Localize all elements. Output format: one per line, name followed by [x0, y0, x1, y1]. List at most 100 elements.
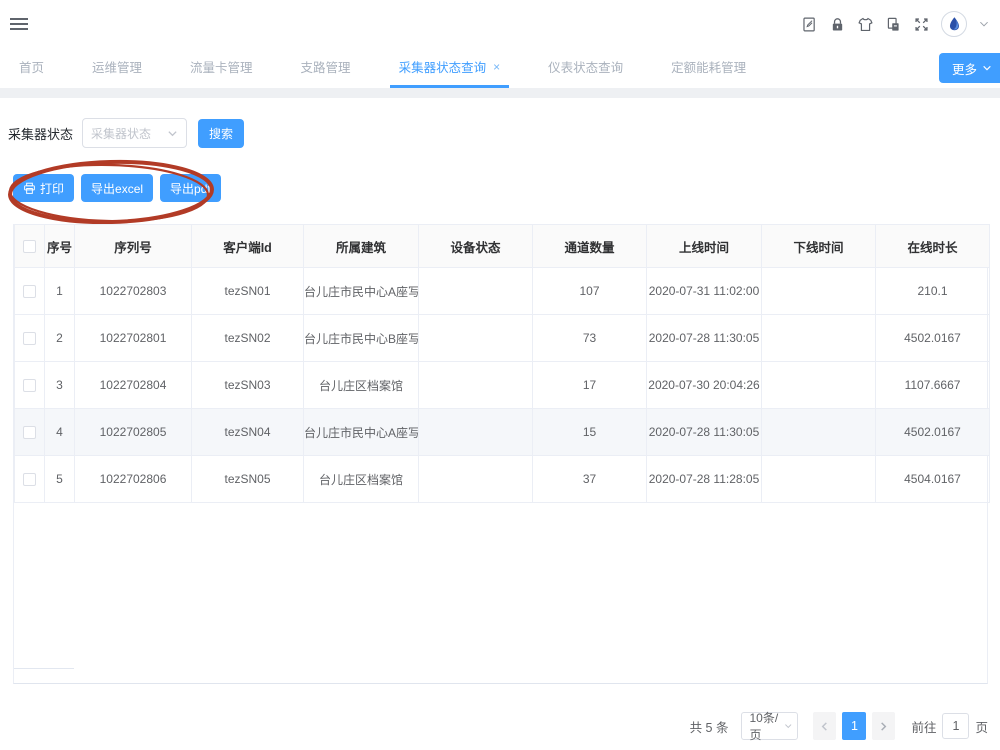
table-cell: 210.1 — [876, 268, 990, 315]
table-cell: 5 — [45, 456, 75, 503]
export-pdf-button[interactable]: 导出pdf — [160, 174, 221, 202]
flame-logo-icon — [945, 15, 963, 33]
filter-row: 采集器状态 采集器状态 搜索 — [8, 118, 992, 148]
search-button[interactable]: 搜索 — [198, 119, 244, 148]
goto-label: 前往 — [911, 717, 936, 736]
row-checkbox[interactable] — [23, 379, 36, 392]
hamburger-menu-icon[interactable] — [8, 11, 30, 37]
column-header: 所属建筑 — [304, 225, 419, 268]
print-button-label: 打印 — [40, 180, 64, 197]
column-header: 下线时间 — [762, 225, 876, 268]
table-cell: 2020-07-28 11:30:05 — [647, 409, 762, 456]
table-cell: 2020-07-30 20:04:26 — [647, 362, 762, 409]
next-page-button[interactable] — [872, 712, 895, 740]
total-count-label: 共 5 条 — [690, 717, 729, 736]
table-cell — [762, 315, 876, 362]
table-cell: 37 — [533, 456, 647, 503]
table-cell — [762, 409, 876, 456]
copy-icon[interactable] — [885, 16, 902, 33]
row-checkbox[interactable] — [23, 426, 36, 439]
more-button-label: 更多 — [952, 59, 977, 78]
data-table: 序号序列号客户端Id所属建筑设备状态通道数量上线时间下线时间在线时长 11022… — [14, 224, 990, 503]
table-cell — [419, 409, 533, 456]
fullscreen-icon[interactable] — [913, 16, 930, 33]
top-header — [0, 0, 1000, 48]
tab-label: 流量卡管理 — [190, 57, 253, 76]
column-header: 序号 — [45, 225, 75, 268]
tab-仪表状态查询[interactable]: 仪表状态查询 — [539, 48, 632, 88]
row-checkbox-cell — [15, 268, 45, 315]
chevron-left-icon — [819, 721, 830, 732]
table-cell: tezSN05 — [192, 456, 304, 503]
table-body: 11022702803tezSN01台儿庄市民中心A座写字楼1072020-07… — [15, 268, 990, 503]
table-cell: 1 — [45, 268, 75, 315]
prev-page-button[interactable] — [813, 712, 836, 740]
column-header: 在线时长 — [876, 225, 990, 268]
select-all-checkbox[interactable] — [23, 240, 36, 253]
theme-shirt-icon[interactable] — [857, 16, 874, 33]
pagination: 共 5 条 10条/页 1 前往 页 — [8, 712, 992, 740]
table-cell: 4502.0167 — [876, 315, 990, 362]
column-header: 设备状态 — [419, 225, 533, 268]
chevron-right-icon — [878, 721, 889, 732]
tab-采集器状态查询[interactable]: 采集器状态查询 × — [390, 48, 510, 88]
table-cell — [419, 362, 533, 409]
table-cell: 4502.0167 — [876, 409, 990, 456]
export-excel-button[interactable]: 导出excel — [81, 174, 153, 202]
table-row: 51022702806tezSN05台儿庄区档案馆372020-07-28 11… — [15, 456, 990, 503]
tab-label: 支路管理 — [301, 57, 351, 76]
table-header-row: 序号序列号客户端Id所属建筑设备状态通道数量上线时间下线时间在线时长 — [15, 225, 990, 268]
note-edit-icon[interactable] — [801, 16, 818, 33]
lock-icon[interactable] — [829, 16, 846, 33]
tab-流量卡管理[interactable]: 流量卡管理 — [181, 48, 262, 88]
goto-page: 前往 页 — [911, 713, 988, 739]
row-checkbox-cell — [15, 456, 45, 503]
table-cell: 1022702804 — [75, 362, 192, 409]
column-header: 序列号 — [75, 225, 192, 268]
column-header: 客户端Id — [192, 225, 304, 268]
table-cell: 2020-07-31 11:02:00 — [647, 268, 762, 315]
close-tab-icon[interactable]: × — [493, 61, 500, 73]
collector-status-select[interactable]: 采集器状态 — [82, 118, 187, 148]
column-header: 通道数量 — [533, 225, 647, 268]
tab-bar: 首页运维管理 流量卡管理 支路管理 采集器状态查询 × 仪表状态查询 定额能耗管理 更多 — [0, 48, 1000, 88]
tab-定额能耗管理[interactable]: 定额能耗管理 — [662, 48, 755, 88]
table-cell — [762, 456, 876, 503]
table-cell: 台儿庄市民中心A座写字楼 — [304, 409, 419, 456]
table-cell — [762, 268, 876, 315]
tab-label: 定额能耗管理 — [671, 57, 746, 76]
main-content: 采集器状态 采集器状态 搜索 打印 导出excel 导出pdf — [0, 118, 1000, 740]
table-row: 31022702804tezSN03台儿庄区档案馆172020-07-30 20… — [15, 362, 990, 409]
action-button-row: 打印 导出excel 导出pdf — [13, 174, 243, 202]
table-cell — [762, 362, 876, 409]
table-cell: 台儿庄区档案馆 — [304, 456, 419, 503]
table-cell: tezSN04 — [192, 409, 304, 456]
goto-page-input[interactable] — [942, 713, 969, 739]
page-number-1[interactable]: 1 — [842, 712, 866, 740]
table-cell: 台儿庄市民中心B座写字楼 — [304, 315, 419, 362]
print-button[interactable]: 打印 — [13, 174, 74, 202]
table-cell — [419, 315, 533, 362]
tab-label: 仪表状态查询 — [548, 57, 623, 76]
table-cell: 4504.0167 — [876, 456, 990, 503]
table-cell: 2020-07-28 11:30:05 — [647, 315, 762, 362]
tab-label: 采集器状态查询 — [399, 57, 487, 76]
row-checkbox[interactable] — [23, 332, 36, 345]
page-size-select[interactable]: 10条/页 — [741, 712, 798, 740]
tab-运维管理[interactable]: 运维管理 — [83, 48, 151, 88]
table-row: 41022702805tezSN04台儿庄市民中心A座写字楼152020-07-… — [15, 409, 990, 456]
page-size-label: 10条/页 — [749, 709, 784, 743]
tab-支路管理[interactable]: 支路管理 — [292, 48, 360, 88]
table-cell: 1022702806 — [75, 456, 192, 503]
chevron-down-icon[interactable] — [978, 18, 990, 30]
table-cell: 3 — [45, 362, 75, 409]
table-cell: 17 — [533, 362, 647, 409]
chevron-down-icon — [167, 128, 178, 139]
tab-首页[interactable]: 首页 — [10, 48, 53, 88]
more-button[interactable]: 更多 — [939, 53, 1000, 83]
column-header: 上线时间 — [647, 225, 762, 268]
row-checkbox[interactable] — [23, 473, 36, 486]
logo-avatar[interactable] — [941, 11, 967, 37]
table-cell: 台儿庄市民中心A座写字楼 — [304, 268, 419, 315]
row-checkbox[interactable] — [23, 285, 36, 298]
